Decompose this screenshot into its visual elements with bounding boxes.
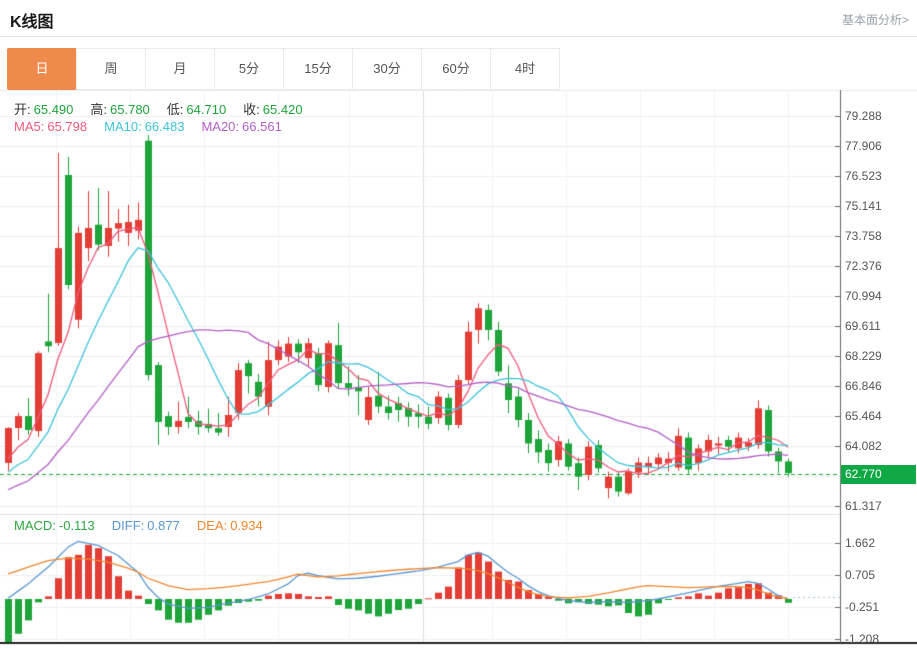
y-axis-label: 76.523 <box>845 169 882 183</box>
ohlc-label: 低: <box>167 102 184 117</box>
y-axis-label: 61.317 <box>845 499 882 513</box>
ma-label: MA20: <box>201 119 239 134</box>
ohlc-item: 高:65.780 <box>90 99 152 118</box>
tab-日[interactable]: 日 <box>7 48 77 90</box>
ma-value: 65.798 <box>47 119 87 134</box>
ohlc-value: 65.780 <box>110 102 150 117</box>
kline-chart-canvas[interactable] <box>0 0 917 649</box>
tab-30分[interactable]: 30分 <box>352 48 422 90</box>
ohlc-item: 开:65.490 <box>14 99 76 118</box>
tab-4时[interactable]: 4时 <box>490 48 560 90</box>
ohlc-item: 收:65.420 <box>243 99 305 118</box>
macd-info: MACD:-0.113 DIFF:0.877 DEA:0.934 <box>14 518 280 533</box>
tab-月[interactable]: 月 <box>145 48 215 90</box>
ma-item: MA20:66.561 <box>201 119 284 134</box>
y-axis-label: 77.906 <box>845 139 882 153</box>
macd-label: DIFF: <box>112 518 145 533</box>
ma-value: 66.483 <box>145 119 185 134</box>
tab-5分[interactable]: 5分 <box>214 48 284 90</box>
macd-value: -0.113 <box>59 518 95 533</box>
ma-item: MA5:65.798 <box>14 119 90 134</box>
macd-item: DIFF:0.877 <box>112 518 183 533</box>
macd-item: MACD:-0.113 <box>14 518 98 533</box>
ohlc-label: 收: <box>243 102 260 117</box>
y-axis-label: 73.758 <box>845 229 882 243</box>
ohlc-item: 低:64.710 <box>167 99 229 118</box>
y-axis-label: 65.464 <box>845 409 882 423</box>
y-axis-label: 70.994 <box>845 289 882 303</box>
ohlc-label: 开: <box>14 102 31 117</box>
current-price-tag: 62.770 <box>841 465 916 484</box>
macd-label: MACD: <box>14 518 56 533</box>
page-title: K线图 <box>10 8 54 32</box>
macd-item: DEA:0.934 <box>197 518 266 533</box>
y-axis-label: 66.846 <box>845 379 882 393</box>
tab-15分[interactable]: 15分 <box>283 48 353 90</box>
y-axis-label: -1.208 <box>845 632 879 646</box>
y-axis-label: 75.141 <box>845 199 882 213</box>
fundamental-analysis-link[interactable]: 基本面分析> <box>842 11 909 28</box>
ma-info: MA5:65.798 MA10:66.483 MA20:66.561 <box>14 119 299 134</box>
ohlc-value: 65.420 <box>263 102 303 117</box>
ohlc-label: 高: <box>90 102 107 117</box>
y-axis-label: 1.662 <box>845 536 875 550</box>
header: K线图 基本面分析> <box>0 0 917 37</box>
y-axis-label: 68.229 <box>845 349 882 363</box>
ma-label: MA5: <box>14 119 44 134</box>
y-axis-label: -0.251 <box>845 600 879 614</box>
y-axis-label: 72.376 <box>845 259 882 273</box>
y-axis-label: 79.288 <box>845 109 882 123</box>
tab-60分[interactable]: 60分 <box>421 48 491 90</box>
ohlc-value: 65.490 <box>34 102 74 117</box>
ma-value: 66.561 <box>242 119 282 134</box>
ohlc-info: 开:65.490 高:65.780 低:64.710 收:65.420 <box>14 99 320 118</box>
y-axis-label: 64.082 <box>845 439 882 453</box>
macd-label: DEA: <box>197 518 227 533</box>
ma-label: MA10: <box>104 119 142 134</box>
macd-value: 0.877 <box>147 518 180 533</box>
y-axis-label: 69.611 <box>845 319 881 333</box>
period-tabs: 日周月5分15分30分60分4时 <box>8 48 560 90</box>
tab-周[interactable]: 周 <box>76 48 146 90</box>
ohlc-value: 64.710 <box>186 102 226 117</box>
y-axis-label: 0.705 <box>845 568 875 582</box>
ma-item: MA10:66.483 <box>104 119 187 134</box>
macd-value: 0.934 <box>230 518 263 533</box>
